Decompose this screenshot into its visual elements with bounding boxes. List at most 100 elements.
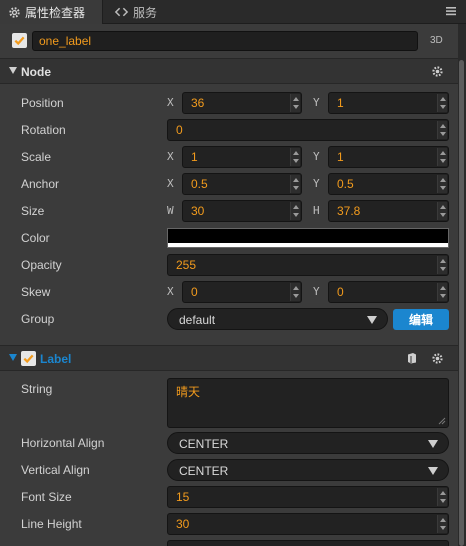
- link-icon: [114, 6, 129, 18]
- size-h-axis: H: [313, 204, 320, 217]
- string-textarea[interactable]: 晴天: [167, 378, 449, 428]
- collapse-arrow-icon[interactable]: [9, 67, 17, 74]
- size-width-value: 30: [191, 204, 205, 218]
- group-label: Group: [21, 312, 55, 326]
- font-size-stepper[interactable]: [437, 488, 447, 506]
- gear-icon: [8, 6, 21, 19]
- next-field-partial[interactable]: [167, 540, 449, 546]
- vertical-align-value: CENTER: [179, 464, 229, 478]
- horizontal-align-value: CENTER: [179, 437, 229, 451]
- position-x-input[interactable]: 36: [182, 92, 302, 114]
- scale-y-input[interactable]: 1: [328, 146, 449, 168]
- resize-grip-icon[interactable]: [438, 417, 446, 425]
- scrollbar-thumb[interactable]: [459, 60, 464, 546]
- opacity-value: 255: [176, 258, 197, 272]
- mode-3d-toggle[interactable]: 3D: [430, 35, 443, 46]
- node-name-input[interactable]: one_label: [32, 31, 418, 51]
- skew-x-axis: X: [167, 285, 174, 298]
- size-width-input[interactable]: 30: [182, 200, 302, 222]
- vertical-align-label: Vertical Align: [21, 463, 90, 477]
- skew-x-input[interactable]: 0: [182, 281, 302, 303]
- node-enabled-checkbox[interactable]: [12, 33, 27, 48]
- line-height-stepper[interactable]: [437, 515, 447, 533]
- position-y-stepper[interactable]: [437, 94, 447, 112]
- anchor-x-stepper[interactable]: [290, 175, 300, 193]
- anchor-y-axis: Y: [313, 177, 320, 190]
- line-height-value: 30: [176, 517, 190, 531]
- vertical-align-select[interactable]: CENTER: [167, 459, 449, 481]
- group-select[interactable]: default: [167, 308, 388, 330]
- settings-gear-icon[interactable]: [431, 65, 444, 78]
- horizontal-align-select[interactable]: CENTER: [167, 432, 449, 454]
- skew-y-stepper[interactable]: [437, 283, 447, 301]
- horizontal-align-label: Horizontal Align: [21, 436, 105, 450]
- help-book-icon[interactable]: [406, 352, 418, 364]
- font-size-input[interactable]: 15: [167, 486, 449, 508]
- node-section-header[interactable]: Node: [0, 58, 458, 84]
- position-y-value: 1: [337, 96, 344, 110]
- skew-y-axis: Y: [313, 285, 320, 298]
- tab-inspector[interactable]: 属性检查器: [0, 0, 103, 24]
- anchor-x-value: 0.5: [191, 177, 208, 191]
- node-section-title: Node: [21, 65, 51, 79]
- anchor-x-axis: X: [167, 177, 174, 190]
- tab-services-label: 服务: [133, 5, 158, 20]
- color-label: Color: [21, 231, 50, 245]
- tab-services[interactable]: 服务: [106, 0, 165, 24]
- size-label: Size: [21, 204, 45, 218]
- dropdown-caret-icon: [428, 467, 438, 475]
- rotation-value: 0: [176, 123, 183, 137]
- check-icon: [23, 354, 34, 364]
- anchor-y-input[interactable]: 0.5: [328, 173, 449, 195]
- skew-x-stepper[interactable]: [290, 283, 300, 301]
- skew-y-value: 0: [337, 285, 344, 299]
- size-width-stepper[interactable]: [290, 202, 300, 220]
- opacity-stepper[interactable]: [437, 256, 447, 274]
- position-x-stepper[interactable]: [290, 94, 300, 112]
- anchor-y-stepper[interactable]: [437, 175, 447, 193]
- font-size-value: 15: [176, 490, 190, 504]
- color-picker[interactable]: [167, 228, 449, 248]
- scale-label: Scale: [21, 150, 52, 164]
- opacity-input[interactable]: 255: [167, 254, 449, 276]
- position-y-axis: Y: [313, 96, 320, 109]
- scale-x-axis: X: [167, 150, 174, 163]
- rotation-input[interactable]: 0: [167, 119, 449, 141]
- scale-y-value: 1: [337, 150, 344, 164]
- position-x-value: 36: [191, 96, 205, 110]
- scale-y-axis: Y: [313, 150, 320, 163]
- settings-gear-icon[interactable]: [431, 352, 444, 365]
- tab-bar: 属性检查器 服务: [0, 0, 466, 24]
- edit-group-button[interactable]: 编辑: [393, 309, 449, 330]
- rotation-stepper[interactable]: [437, 121, 447, 139]
- label-section-header[interactable]: Label: [0, 345, 458, 371]
- rotation-label: Rotation: [21, 123, 66, 137]
- scale-y-stepper[interactable]: [437, 148, 447, 166]
- anchor-y-value: 0.5: [337, 177, 354, 191]
- skew-x-value: 0: [191, 285, 198, 299]
- label-section-title: Label: [40, 352, 72, 366]
- size-height-stepper[interactable]: [437, 202, 447, 220]
- group-value: default: [179, 313, 216, 327]
- size-height-input[interactable]: 37.8: [328, 200, 449, 222]
- dropdown-caret-icon: [428, 440, 438, 448]
- string-label: String: [21, 382, 53, 396]
- font-size-label: Font Size: [21, 490, 72, 504]
- line-height-label: Line Height: [21, 517, 82, 531]
- dropdown-caret-icon: [367, 316, 377, 324]
- label-enabled-checkbox[interactable]: [21, 351, 36, 366]
- color-alpha-bar: [168, 243, 448, 247]
- line-height-input[interactable]: 30: [167, 513, 449, 535]
- check-icon: [14, 36, 25, 46]
- anchor-label: Anchor: [21, 177, 60, 191]
- scale-x-stepper[interactable]: [290, 148, 300, 166]
- position-y-input[interactable]: 1: [328, 92, 449, 114]
- skew-y-input[interactable]: 0: [328, 281, 449, 303]
- collapse-arrow-icon[interactable]: [9, 354, 17, 361]
- menu-icon[interactable]: [444, 4, 458, 18]
- size-w-axis: W: [167, 204, 174, 217]
- scale-x-value: 1: [191, 150, 198, 164]
- skew-label: Skew: [21, 285, 51, 299]
- scale-x-input[interactable]: 1: [182, 146, 302, 168]
- anchor-x-input[interactable]: 0.5: [182, 173, 302, 195]
